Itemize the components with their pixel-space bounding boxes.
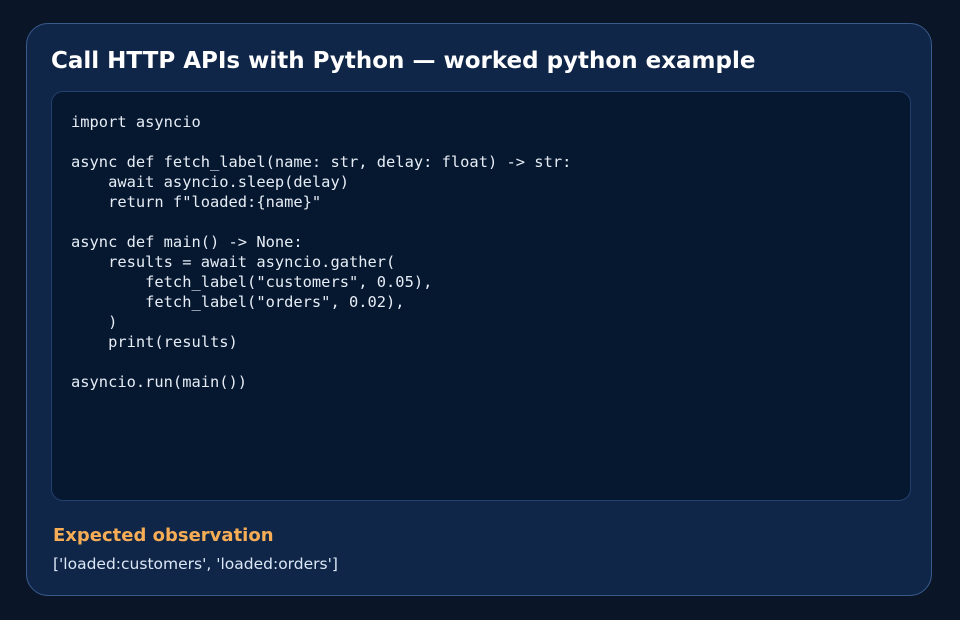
card-title: Call HTTP APIs with Python — worked pyth… xyxy=(51,48,756,74)
code-content: import asyncio async def fetch_label(nam… xyxy=(71,113,572,391)
code-block: import asyncio async def fetch_label(nam… xyxy=(51,91,911,501)
observation-heading: Expected observation xyxy=(53,525,274,546)
example-card: Call HTTP APIs with Python — worked pyth… xyxy=(26,23,932,596)
observation-value: ['loaded:customers', 'loaded:orders'] xyxy=(53,555,338,573)
